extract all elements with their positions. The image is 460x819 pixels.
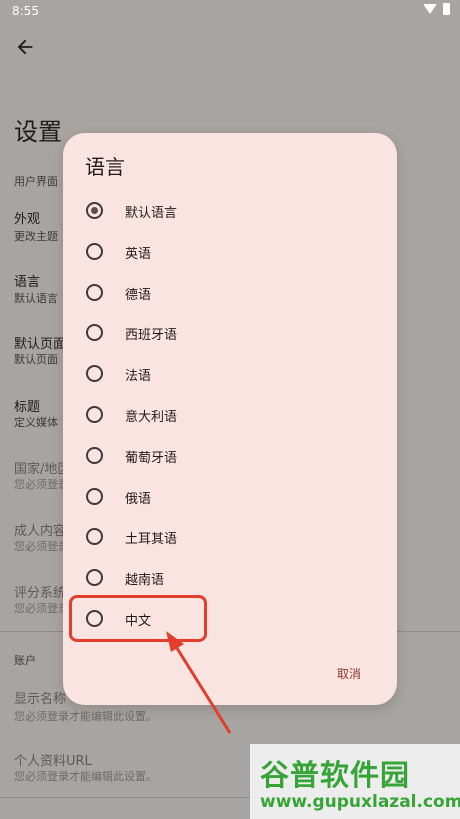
- watermark-url: www.gupuxlazal.com: [260, 792, 460, 812]
- watermark-name: 谷普软件园: [260, 758, 411, 792]
- annotation-arrow: [166, 631, 232, 734]
- watermark: 谷普软件园 www.gupuxlazal.com: [250, 744, 460, 819]
